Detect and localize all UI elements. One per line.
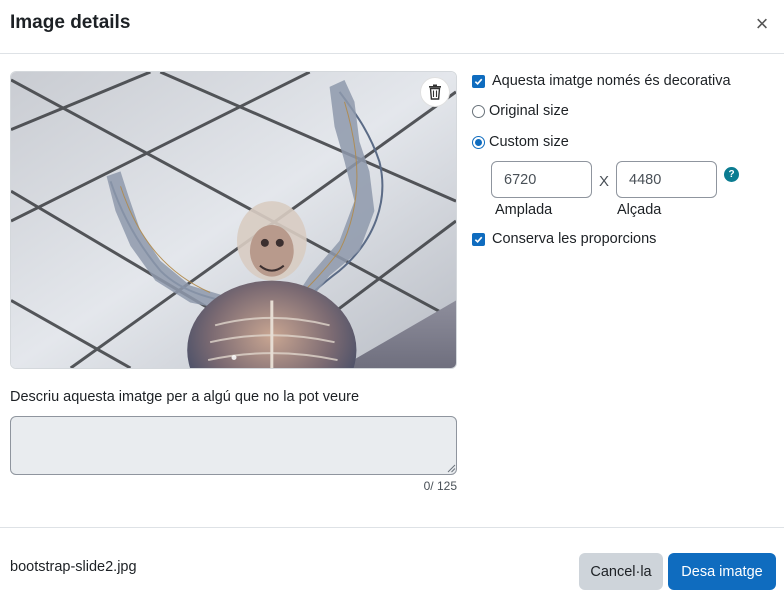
custom-size-radio[interactable] bbox=[472, 135, 485, 149]
cancel-button[interactable]: Cancel·la bbox=[579, 553, 663, 590]
resize-grip-icon[interactable] bbox=[447, 464, 456, 473]
close-icon[interactable]: × bbox=[752, 13, 772, 35]
trash-icon bbox=[429, 84, 441, 100]
help-icon[interactable]: ? bbox=[724, 167, 739, 182]
original-size-radio[interactable] bbox=[472, 104, 485, 118]
check-icon bbox=[474, 236, 483, 243]
width-label: Amplada bbox=[495, 202, 553, 218]
height-input[interactable] bbox=[616, 161, 717, 198]
dialog-footer: bootstrap-slide2.jpg Cancel·la Desa imat… bbox=[0, 527, 784, 597]
preview-image bbox=[11, 72, 456, 368]
original-size-option[interactable]: Original size bbox=[472, 103, 569, 119]
save-image-button[interactable]: Desa imatge bbox=[668, 553, 776, 590]
original-size-label: Original size bbox=[489, 103, 569, 119]
width-input[interactable] bbox=[491, 161, 592, 198]
dialog-title: Image details bbox=[10, 12, 131, 33]
decorative-option[interactable]: Aquesta imatge només és decorativa bbox=[472, 73, 731, 89]
custom-size-option[interactable]: Custom size bbox=[472, 134, 569, 150]
carousel-indicators bbox=[231, 355, 236, 360]
image-preview bbox=[10, 71, 457, 369]
keep-ratio-checkbox[interactable] bbox=[472, 232, 485, 246]
alt-text-label: Descriu aquesta imatge per a algú que no… bbox=[10, 389, 360, 405]
image-details-dialog: Image details × Descriu aquesta imatge p… bbox=[0, 0, 784, 597]
decorative-label: Aquesta imatge només és decorativa bbox=[492, 73, 731, 89]
check-icon bbox=[474, 78, 483, 85]
character-counter: 0/ 125 bbox=[423, 479, 457, 493]
delete-image-button[interactable] bbox=[420, 77, 450, 107]
size-separator: X bbox=[599, 173, 610, 190]
height-label: Alçada bbox=[617, 202, 662, 218]
alt-text-input[interactable] bbox=[10, 416, 457, 475]
carousel-dot[interactable] bbox=[231, 355, 236, 360]
custom-size-label: Custom size bbox=[489, 134, 569, 150]
filename: bootstrap-slide2.jpg bbox=[10, 559, 137, 575]
keep-ratio-option[interactable]: Conserva les proporcions bbox=[472, 231, 656, 247]
dialog-header: Image details × bbox=[0, 0, 784, 54]
decorative-checkbox[interactable] bbox=[472, 74, 485, 88]
keep-ratio-label: Conserva les proporcions bbox=[492, 231, 657, 247]
